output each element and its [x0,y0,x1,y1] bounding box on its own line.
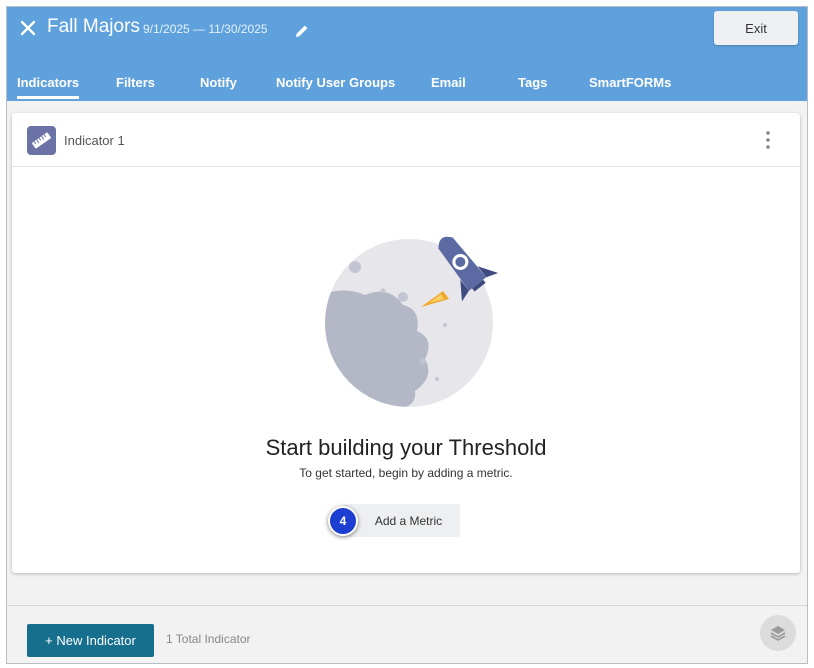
tab-notify-user-groups[interactable]: Notify User Groups [276,75,395,90]
tab-smartforms[interactable]: SmartFORMs [589,75,671,90]
header: Fall Majors 9/1/2025 — 11/30/2025 Exit I… [7,7,807,101]
indicator-card: Indicator 1 Start building your Threshol… [12,113,800,573]
step-badge: 4 [328,506,358,536]
empty-state-title: Start building your Threshold [265,435,547,460]
tab-filters[interactable]: Filters [116,75,155,90]
date-range: 9/1/2025 — 11/30/2025 [143,22,268,36]
empty-state-subtitle: To get started, begin by adding a metric… [299,466,513,480]
footer-bar: + New Indicator 1 Total Indicator [7,605,807,663]
tab-tags[interactable]: Tags [518,75,547,90]
tab-bar: Indicators Filters Notify Notify User Gr… [7,67,807,101]
indicator-name: Indicator 1 [64,133,125,148]
pencil-icon[interactable] [294,23,310,39]
indicator-card-header: Indicator 1 [12,113,800,167]
tab-email[interactable]: Email [431,75,466,90]
add-metric-button[interactable]: Add a Metric [343,504,460,537]
exit-button[interactable]: Exit [714,11,798,45]
tab-notify[interactable]: Notify [200,75,237,90]
kebab-menu-icon[interactable] [762,129,774,151]
layers-icon [770,626,786,641]
total-indicator-count: 1 Total Indicator [166,632,251,646]
new-indicator-button[interactable]: + New Indicator [27,624,154,657]
close-icon[interactable] [17,17,39,39]
app-window: Fall Majors 9/1/2025 — 11/30/2025 Exit I… [6,6,808,664]
tab-indicators[interactable]: Indicators [17,75,80,99]
rocket-moon-illustration [325,236,499,407]
ruler-icon [27,126,56,155]
page-title: Fall Majors [47,16,140,37]
layers-button[interactable] [760,615,796,651]
